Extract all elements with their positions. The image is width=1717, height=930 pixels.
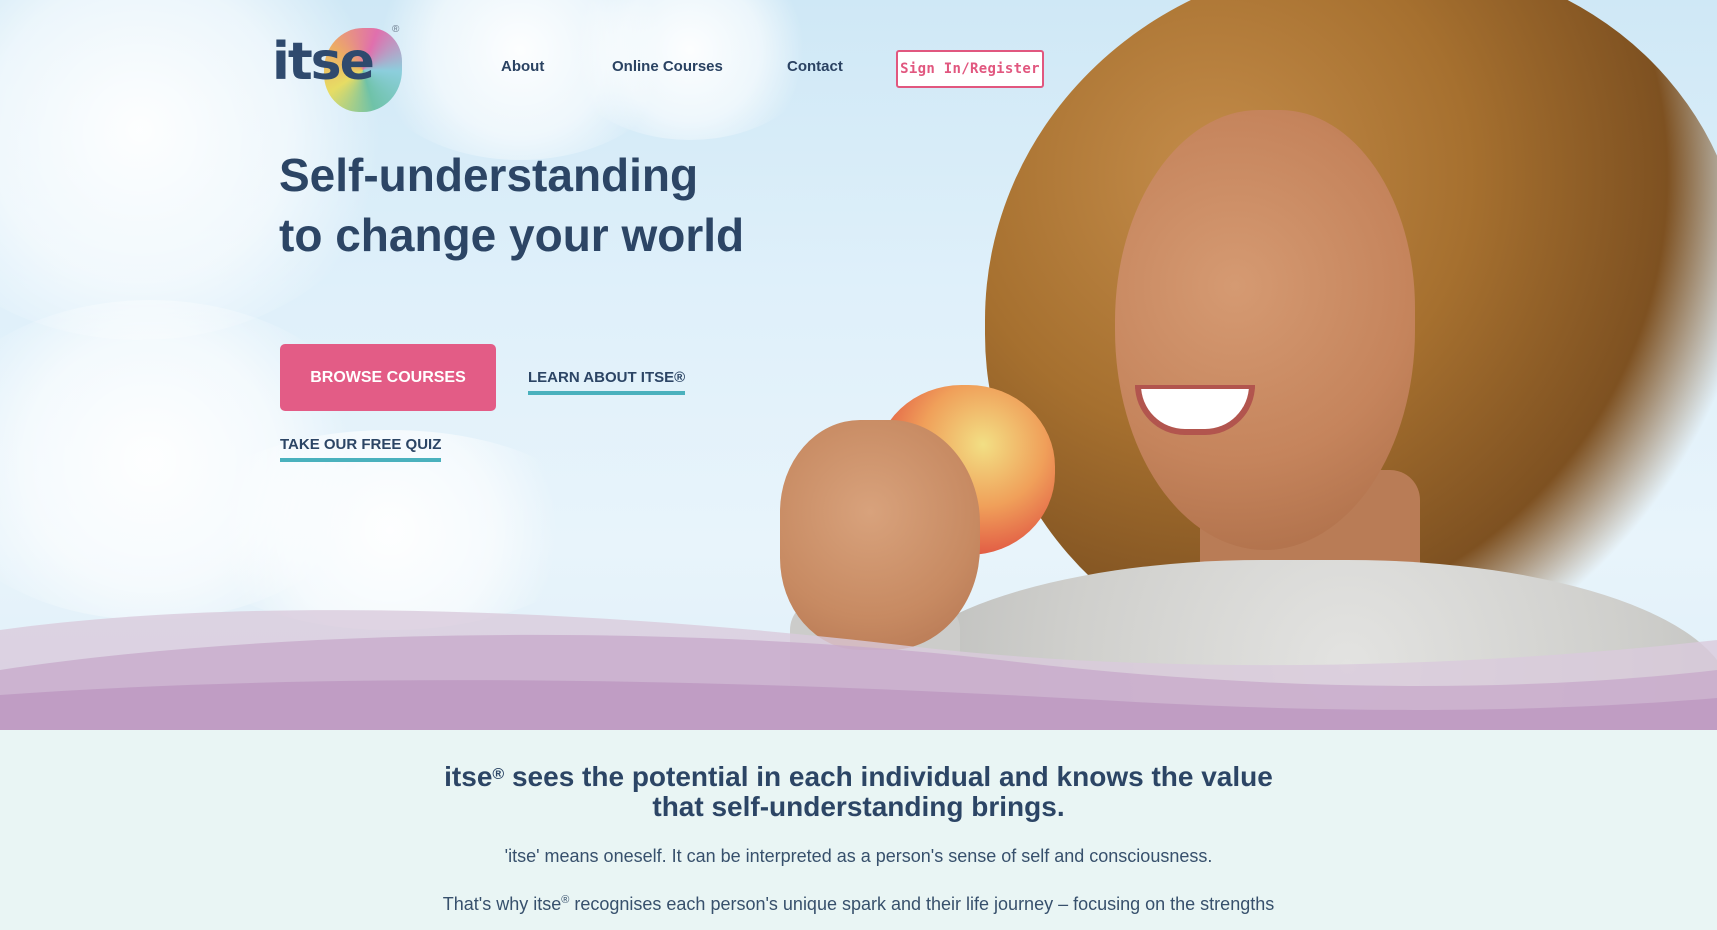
headline-line-1: Self-understanding bbox=[279, 149, 699, 201]
learn-about-itse-link[interactable]: LEARN ABOUT ITSE® bbox=[528, 369, 686, 395]
intro-paragraph-2: That's why itse® recognises each person'… bbox=[0, 894, 1717, 915]
hero-banner bbox=[0, 0, 1717, 730]
intro-paragraph-2-end: recognises each person's unique spark an… bbox=[569, 894, 1275, 914]
intro-heading: itse® sees the potential in each individ… bbox=[0, 762, 1717, 822]
intro-registered-mark: ® bbox=[492, 766, 505, 783]
hero-headline: Self-understanding to change your world bbox=[279, 145, 744, 265]
registered-mark: ® bbox=[392, 24, 400, 35]
intro-brand: itse bbox=[444, 761, 493, 792]
sign-in-register-button[interactable]: Sign In/Register bbox=[896, 50, 1044, 88]
headline-line-2: to change your world bbox=[279, 209, 745, 261]
intro-heading-rest: sees the potential in each individual an… bbox=[504, 761, 1273, 792]
wave-decoration bbox=[0, 610, 1717, 730]
nav-online-courses[interactable]: Online Courses bbox=[612, 58, 723, 75]
logo-text: itse bbox=[272, 32, 375, 92]
intro-heading-line-1: itse® sees the potential in each individ… bbox=[0, 762, 1717, 792]
face-shape bbox=[1115, 110, 1415, 550]
intro-heading-line-2: that self-understanding brings. bbox=[652, 791, 1065, 822]
nav-about[interactable]: About bbox=[501, 58, 544, 75]
intro-paragraph-2-start: That's why itse bbox=[442, 894, 562, 914]
intro-paragraph-1: 'itse' means oneself. It can be interpre… bbox=[504, 846, 1213, 866]
free-quiz-link[interactable]: TAKE OUR FREE QUIZ bbox=[280, 436, 442, 462]
nav-contact[interactable]: Contact bbox=[787, 58, 843, 75]
itse-logo[interactable]: itse ® bbox=[272, 24, 407, 112]
browse-courses-button[interactable]: BROWSE COURSES bbox=[280, 344, 496, 411]
